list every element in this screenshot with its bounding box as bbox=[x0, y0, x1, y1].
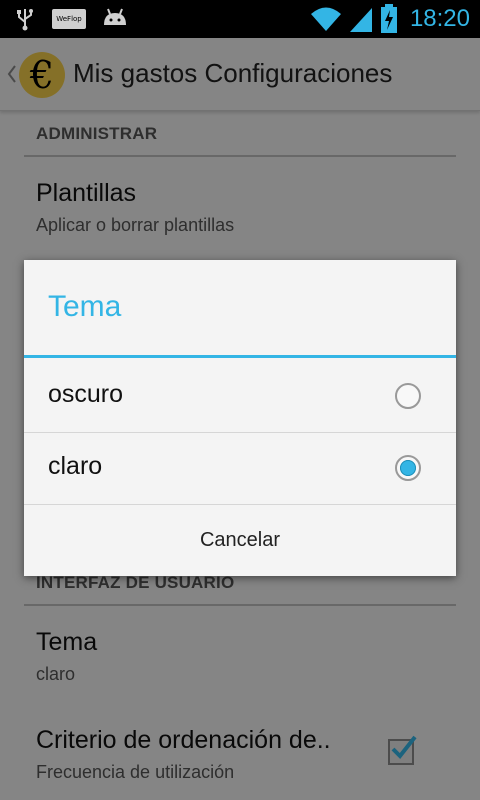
option-claro[interactable]: claro bbox=[24, 432, 456, 504]
dialog-title-divider bbox=[24, 355, 456, 358]
tema-dialog: Tema oscuro claro Cancelar bbox=[24, 260, 456, 576]
radio-selected[interactable] bbox=[395, 455, 421, 481]
option-label: oscuro bbox=[48, 380, 124, 408]
option-oscuro[interactable]: oscuro bbox=[24, 360, 456, 432]
radio-dot bbox=[400, 460, 416, 476]
radio-unselected[interactable] bbox=[395, 383, 421, 409]
signal-icon bbox=[349, 8, 372, 32]
battery-charging-icon bbox=[380, 4, 397, 33]
cancel-button[interactable]: Cancelar bbox=[24, 505, 456, 576]
clock: 18:20 bbox=[409, 5, 470, 32]
wu-icon: WeFlop bbox=[52, 9, 86, 29]
status-bar: WeFlop 18:20 bbox=[0, 0, 480, 38]
wifi-icon bbox=[310, 7, 341, 31]
android-icon bbox=[104, 8, 126, 25]
dialog-title: Tema bbox=[48, 290, 122, 323]
option-label: claro bbox=[48, 452, 103, 480]
usb-icon bbox=[17, 9, 33, 31]
